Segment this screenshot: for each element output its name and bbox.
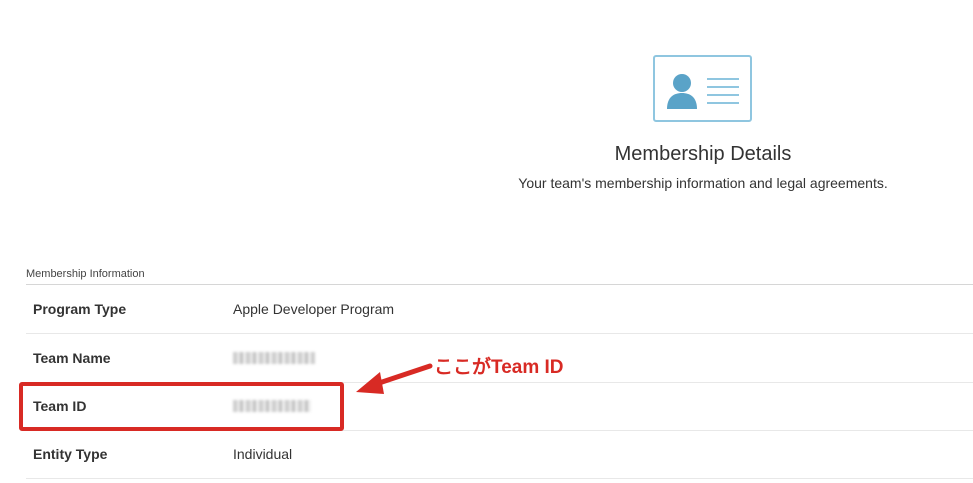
- page-title: Membership Details: [614, 143, 792, 165]
- row-label: Entity Type: [33, 446, 108, 462]
- row-label: Team Name: [33, 350, 111, 366]
- page-subtitle: Your team's membership information and l…: [518, 175, 888, 191]
- row-value: Individual: [233, 446, 293, 462]
- info-row-program-type: Program Type Apple Developer Program: [26, 285, 973, 334]
- team-id-highlight-box: [19, 382, 344, 431]
- membership-details-page: Membership Details Your team's membershi…: [0, 0, 973, 483]
- id-card-icon: [653, 55, 752, 122]
- section-heading: Membership Information: [26, 268, 145, 280]
- redacted-team-name: [233, 352, 315, 364]
- team-id-callout-text: ここがTeam ID: [434, 357, 564, 378]
- callout-arrow-icon: [356, 363, 433, 394]
- row-label: Program Type: [33, 301, 127, 317]
- row-value: Apple Developer Program: [233, 301, 395, 317]
- info-row-entity-type: Entity Type Individual: [26, 430, 973, 479]
